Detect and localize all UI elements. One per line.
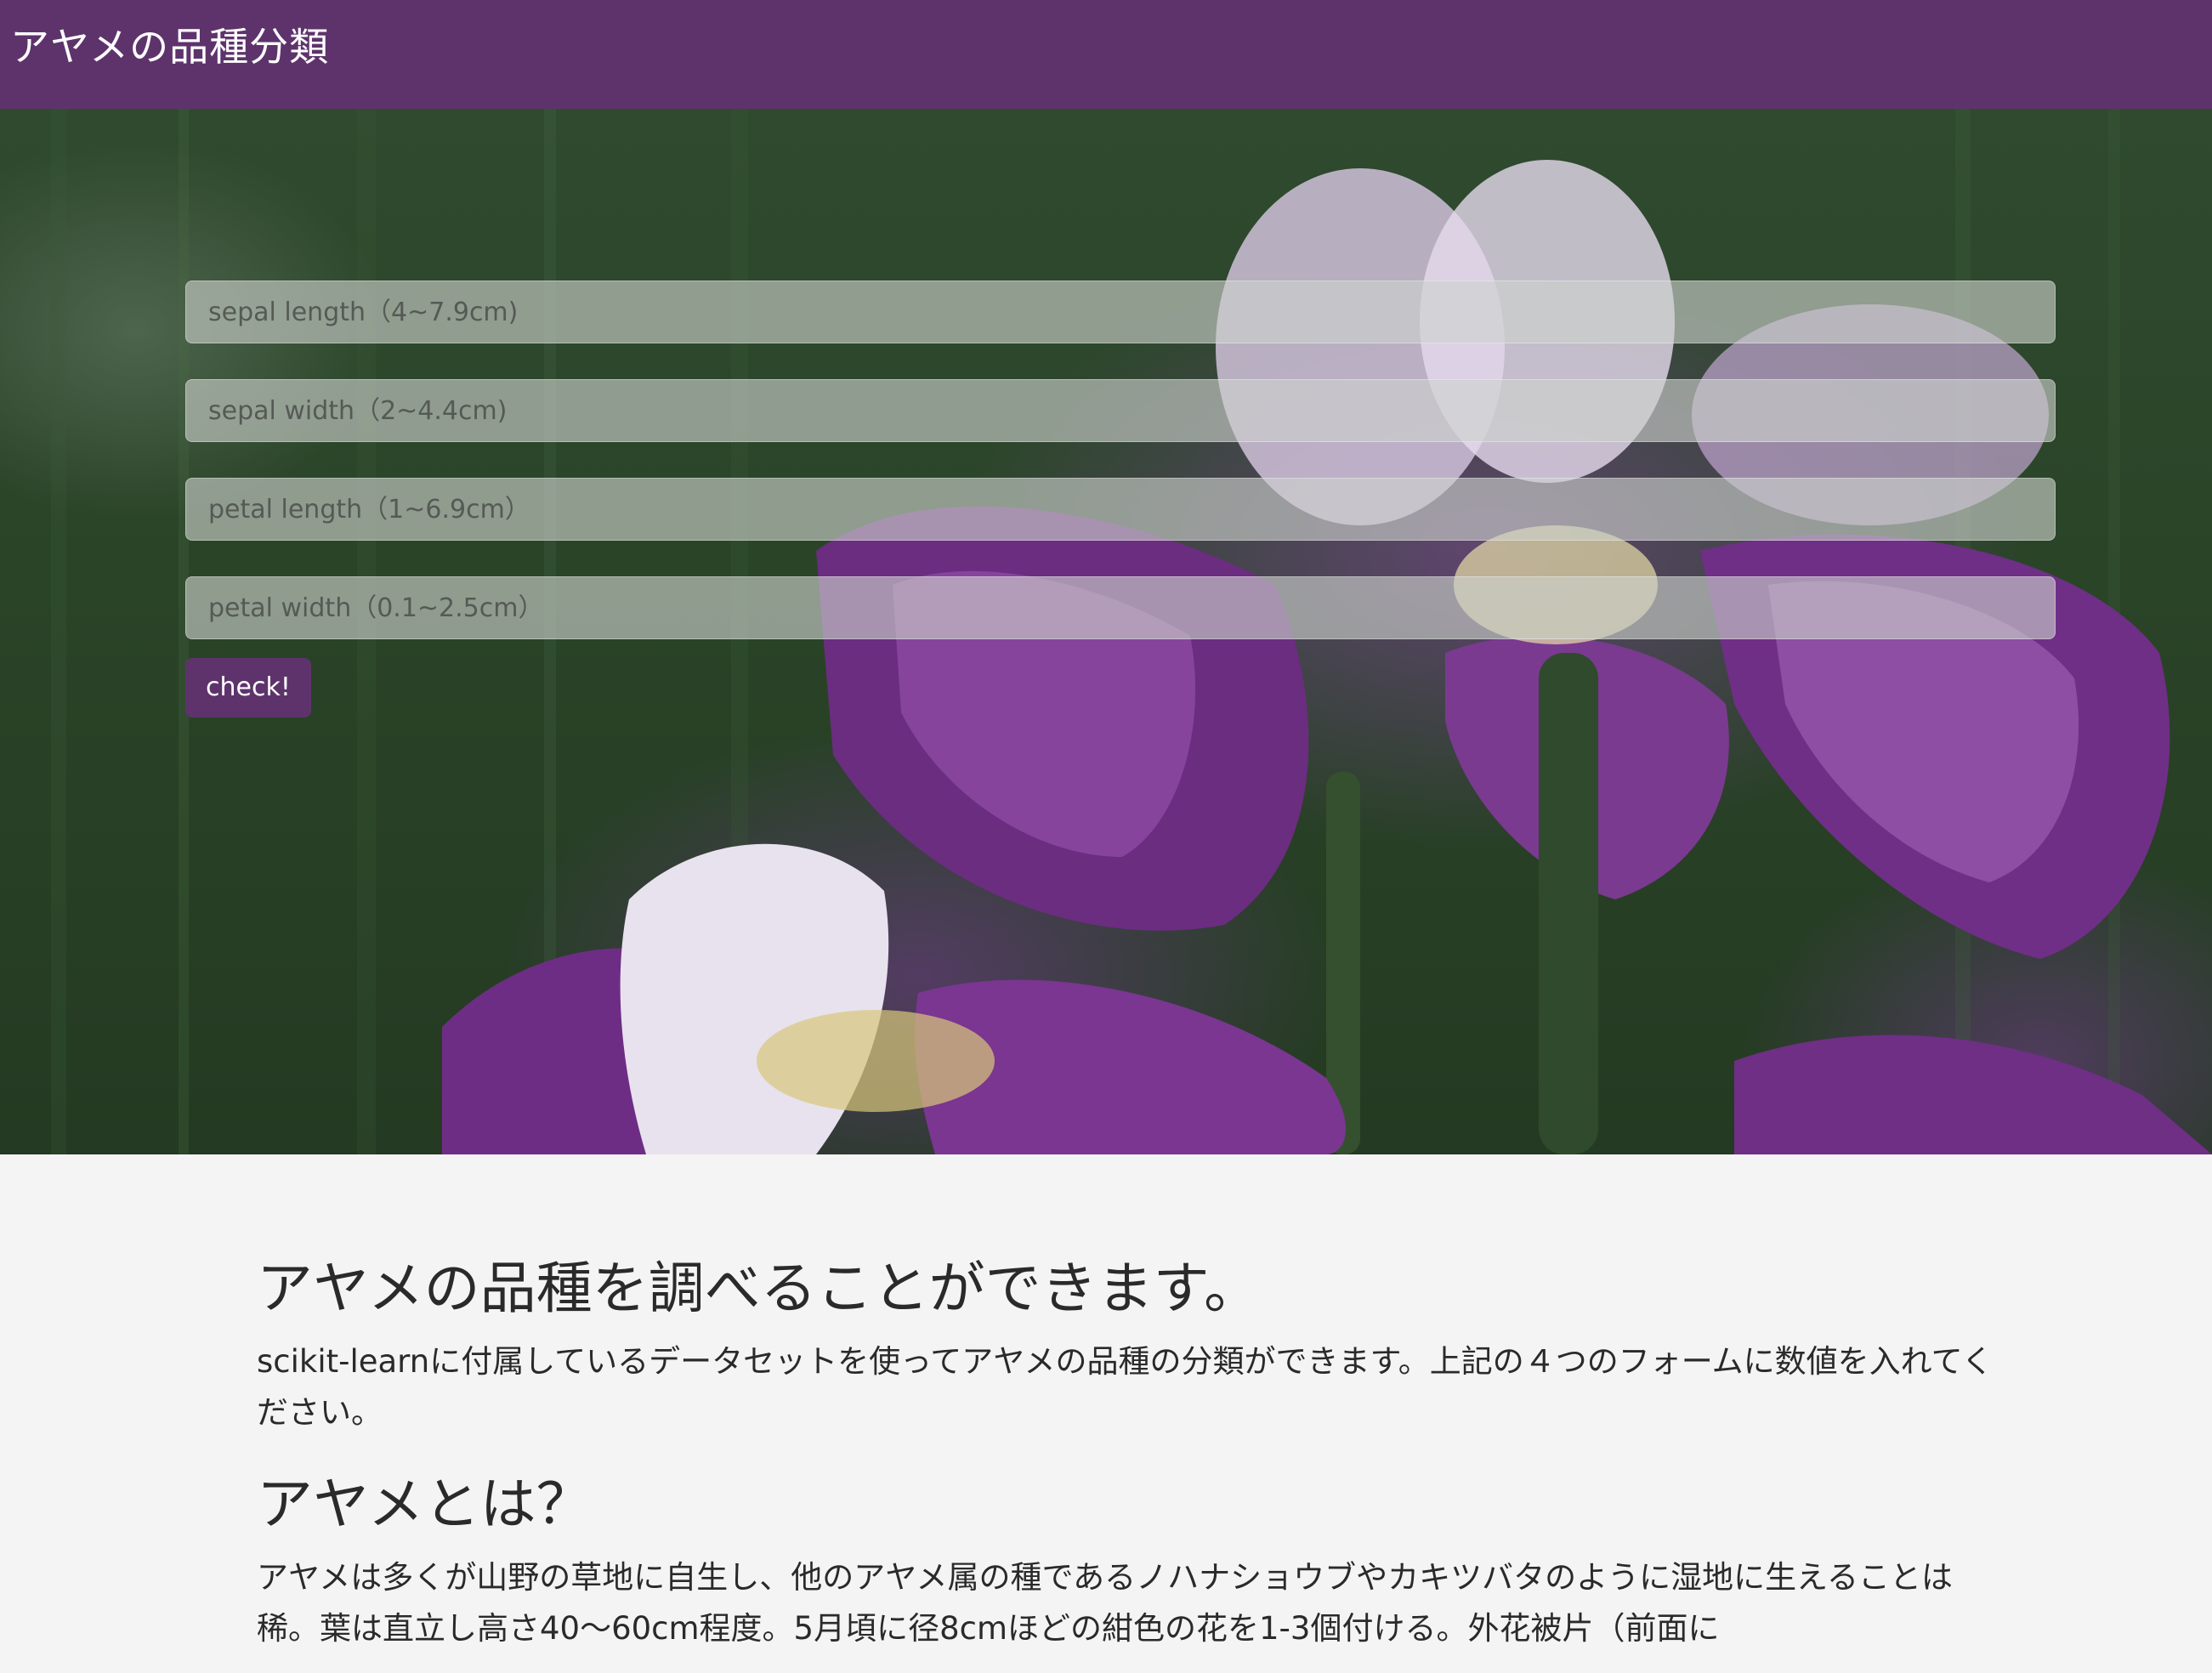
- petal-length-field: [185, 478, 2056, 541]
- petal-width-field: [185, 576, 2056, 639]
- petal-length-input[interactable]: [207, 479, 2055, 540]
- sepal-length-input[interactable]: [207, 281, 2055, 343]
- iris-form: check!: [185, 281, 2056, 717]
- check-button[interactable]: check!: [185, 658, 311, 717]
- navbar: アヤメの品種分類: [0, 0, 2212, 109]
- brand-title[interactable]: アヤメの品種分類: [10, 16, 329, 72]
- sepal-width-field: [185, 379, 2056, 442]
- intro-text: scikit-learnに付属しているデータセットを使ってアヤメの品種の分類がで…: [257, 1343, 1994, 1431]
- sepal-width-input[interactable]: [207, 380, 2055, 441]
- section-heading: アヤメとは？: [257, 1472, 593, 1537]
- sepal-length-field: [185, 281, 2056, 343]
- hero-section: check!: [0, 109, 2212, 1154]
- petal-width-input[interactable]: [207, 577, 2055, 638]
- description-text: アヤメは多くが山野の草地に自生し、他のアヤメ属の種であるノハナショウブやカキツバ…: [257, 1559, 1954, 1647]
- content-section: アヤメの品種を調べることができます。 scikit-learnに付属しているデー…: [257, 1241, 2008, 1673]
- page-heading: アヤメの品種を調べることができます。: [257, 1256, 1261, 1321]
